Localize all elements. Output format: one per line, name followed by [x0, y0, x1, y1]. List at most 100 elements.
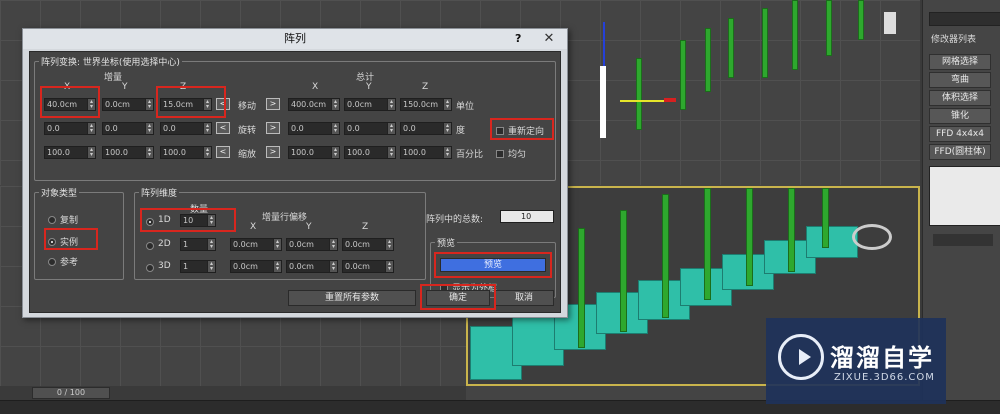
view-cube[interactable]: [884, 12, 896, 34]
move-right-arrow[interactable]: >: [266, 98, 280, 110]
rotate-inc-y[interactable]: 0.0 ▴ ▾: [102, 122, 154, 135]
help-button[interactable]: ?: [515, 31, 529, 47]
scale-inc-x[interactable]: 100.0 ▴ ▾: [44, 146, 96, 159]
pillar: [705, 28, 711, 92]
highlight-ok: [420, 284, 496, 310]
move-tot-y[interactable]: 0.0cm ▴ ▾: [344, 98, 396, 111]
modifier-button[interactable]: 体积选择: [929, 90, 991, 106]
scale-inc-z[interactable]: 100.0 ▴ ▾: [160, 146, 212, 159]
scale-tot-y[interactable]: 100.0 ▴ ▾: [344, 146, 396, 159]
object-name-field[interactable]: [929, 12, 1000, 26]
radio-2d[interactable]: [146, 242, 154, 250]
dimensions-title: 阵列维度: [139, 186, 180, 199]
pillar: [578, 228, 585, 348]
inc-axis-y: Y: [122, 82, 128, 92]
pillar: [788, 188, 795, 272]
total-count: 10: [500, 210, 554, 223]
move-tot-x[interactable]: 400.0cm ▴ ▾: [288, 98, 340, 111]
play-logo-icon: [778, 334, 824, 380]
preview-title: 预览: [435, 236, 458, 249]
copy-label: 复制: [60, 216, 79, 226]
radio-copy[interactable]: [48, 216, 56, 224]
modifier-button[interactable]: 锥化: [929, 108, 991, 124]
transform-group-title: 阵列变换: 世界坐标(使用选择中心): [39, 55, 182, 68]
pillar: [826, 0, 832, 56]
highlight-reorient: [490, 118, 554, 140]
move-label: 移动: [238, 102, 257, 112]
close-button[interactable]: ✕: [535, 31, 563, 47]
pillar: [680, 40, 686, 110]
count-3d[interactable]: 1 ▴ ▾: [180, 260, 216, 273]
radio-3d[interactable]: [146, 264, 154, 272]
dialog-title[interactable]: 阵列: [23, 29, 567, 49]
watermark: 溜溜自学 ZIXUE.3D66.COM: [766, 318, 946, 404]
array-dialog: 阵列 ? ✕ 阵列变换: 世界坐标(使用选择中心) 增量 总计 X Y Z X …: [22, 28, 568, 318]
y-axis-gizmo: [603, 22, 605, 66]
selected-pillar: [600, 66, 606, 138]
move-tot-z[interactable]: 150.0cm ▴ ▾: [400, 98, 452, 111]
highlight-instance: [44, 228, 98, 250]
offset-3d-z[interactable]: 0.0cm ▴ ▾: [342, 260, 394, 273]
pillar: [858, 0, 864, 40]
rotate-tot-z[interactable]: 0.0 ▴ ▾: [400, 122, 452, 135]
tot-axis-z: Z: [422, 82, 429, 92]
rotate-tot-y[interactable]: 0.0 ▴ ▾: [344, 122, 396, 135]
scale-tot-x[interactable]: 100.0 ▴ ▾: [288, 146, 340, 159]
stair-step: [806, 226, 858, 258]
pillar: [762, 8, 768, 78]
dim-axis-x: X: [250, 222, 257, 232]
object-type-title: 对象类型: [39, 186, 80, 199]
watermark-title: 溜溜自学: [830, 344, 934, 372]
x-axis-tip: [664, 98, 676, 102]
watermark-url: ZIXUE.3D66.COM: [834, 372, 935, 383]
dialog-body: 阵列变换: 世界坐标(使用选择中心) 增量 总计 X Y Z X Y Z 40.…: [29, 51, 561, 313]
modifier-button[interactable]: FFD(圆柱体): [929, 144, 991, 160]
move-inc-y[interactable]: 0.0cm ▴ ▾: [102, 98, 154, 111]
modifier-button[interactable]: 网格选择: [929, 54, 991, 70]
dim-axis-y: Y: [306, 222, 312, 232]
cancel-button[interactable]: 取消: [494, 290, 554, 306]
uniform-checkbox[interactable]: [496, 150, 504, 158]
rotate-tot-x[interactable]: 0.0 ▴ ▾: [288, 122, 340, 135]
rotate-right-arrow[interactable]: >: [266, 122, 280, 134]
highlight-move-x: [40, 86, 100, 118]
offset-3d-x[interactable]: 0.0cm ▴ ▾: [230, 260, 282, 273]
view-cube[interactable]: [852, 224, 892, 250]
move-unit: 单位: [456, 102, 475, 112]
pillar: [620, 210, 627, 332]
modifier-button[interactable]: 弯曲: [929, 72, 991, 88]
scale-left-arrow[interactable]: <: [216, 146, 230, 158]
rotate-unit: 度: [456, 126, 466, 136]
offset-label: 增量行偏移: [262, 213, 308, 223]
tot-axis-y: Y: [366, 82, 372, 92]
modifier-list-label[interactable]: 修改器列表: [931, 32, 976, 45]
rotate-label: 旋转: [238, 126, 257, 136]
modifier-button[interactable]: FFD 4x4x4: [929, 126, 991, 142]
scale-inc-y[interactable]: 100.0 ▴ ▾: [102, 146, 154, 159]
pillar: [792, 0, 798, 70]
reset-all-button[interactable]: 重置所有参数: [288, 290, 416, 306]
uniform-label: 均匀: [508, 150, 527, 160]
time-slider[interactable]: 0 / 100: [32, 387, 110, 399]
scale-right-arrow[interactable]: >: [266, 146, 280, 158]
rotate-inc-z[interactable]: 0.0 ▴ ▾: [160, 122, 212, 135]
dim-axis-z: Z: [362, 222, 369, 232]
highlight-preview: [434, 252, 552, 278]
offset-2d-y[interactable]: 0.0cm ▴ ▾: [286, 238, 338, 251]
stack-toolbar[interactable]: [933, 234, 993, 246]
count-2d[interactable]: 1 ▴ ▾: [180, 238, 216, 251]
offset-2d-x[interactable]: 0.0cm ▴ ▾: [230, 238, 282, 251]
scale-tot-z[interactable]: 100.0 ▴ ▾: [400, 146, 452, 159]
offset-2d-z[interactable]: 0.0cm ▴ ▾: [342, 238, 394, 251]
modifier-stack[interactable]: [929, 166, 1000, 226]
tot-axis-x: X: [312, 82, 319, 92]
dim-2d-label: 2D: [158, 239, 171, 249]
highlight-move-z: [156, 86, 226, 118]
highlight-1d-count: [140, 208, 236, 232]
radio-reference[interactable]: [48, 258, 56, 266]
reference-label: 参考: [60, 258, 79, 268]
rotate-left-arrow[interactable]: <: [216, 122, 230, 134]
rotate-inc-x[interactable]: 0.0 ▴ ▾: [44, 122, 96, 135]
pillar: [636, 58, 642, 130]
offset-3d-y[interactable]: 0.0cm ▴ ▾: [286, 260, 338, 273]
